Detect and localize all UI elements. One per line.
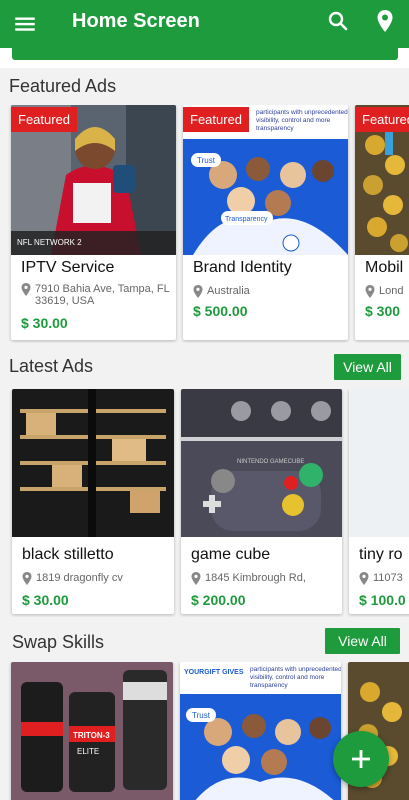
ad-price: $ 100.0	[359, 592, 406, 608]
featured-ad-card[interactable]: participants with unprecedented visibili…	[183, 105, 348, 340]
featured-ad-card[interactable]: Featured Mobil Lond $ 300	[355, 105, 409, 340]
ad-title: Brand Identity	[193, 259, 292, 276]
featured-ads-row[interactable]: NFL NETWORK 2 Featured IPTV Service 7910…	[0, 105, 409, 343]
swap-skill-card[interactable]: TRITON-3 ELITE	[11, 662, 173, 800]
ad-location: 11073	[359, 572, 403, 585]
menu-icon[interactable]	[12, 11, 38, 37]
latest-ads-row[interactable]: black stilletto 1819 dragonfly cv $ 30.0…	[0, 389, 409, 617]
ad-location-text: 11073	[373, 572, 403, 584]
svg-text:transparency: transparency	[250, 682, 288, 689]
featured-badge: Featured	[11, 107, 78, 132]
svg-text:Transparency: Transparency	[225, 216, 268, 223]
svg-text:Trust: Trust	[192, 711, 211, 720]
svg-text:visibility, control and more: visibility, control and more	[256, 117, 331, 124]
search-bar-container	[0, 48, 409, 68]
swap-skill-card[interactable]: YOURGIFT GIVES participants with unprece…	[180, 662, 341, 800]
page-title: Home Screen	[72, 10, 200, 32]
latest-ad-card[interactable]: NINTENDO GAMECUBE game cube 1845 Kimbrou…	[181, 389, 342, 614]
app-bar: Home Screen	[0, 0, 409, 48]
ad-location-text: Lond	[379, 285, 404, 297]
featured-ad-card[interactable]: NFL NETWORK 2 Featured IPTV Service 7910…	[11, 105, 176, 340]
svg-text:TRITON-3: TRITON-3	[73, 731, 110, 740]
location-pin-icon	[365, 285, 375, 298]
location-pin-icon	[21, 283, 31, 296]
add-ad-fab-button[interactable]	[333, 731, 389, 787]
ad-image: TRITON-3 ELITE	[11, 662, 173, 800]
ad-price: $ 300	[365, 303, 401, 319]
latest-ad-card[interactable]: tiny ro 11073 $ 100.0	[349, 389, 409, 614]
search-icon[interactable]	[326, 9, 350, 33]
ad-price: $ 500.00	[193, 303, 248, 319]
ad-price: $ 30.00	[22, 592, 69, 608]
svg-text:ELITE: ELITE	[77, 747, 99, 756]
location-pin-icon	[193, 285, 203, 298]
ad-image	[12, 389, 174, 537]
ad-location-text: 7910 Bahia Ave, Tampa, FL 33619, USA	[35, 283, 170, 307]
location-pin-icon	[22, 572, 32, 585]
featured-badge: Featured	[355, 107, 409, 132]
svg-text:NFL NETWORK 2: NFL NETWORK 2	[17, 238, 82, 247]
swap-skills-title: Swap Skills	[12, 632, 105, 652]
ad-image: NINTENDO GAMECUBE	[181, 389, 342, 537]
svg-text:YOURGIFT GIVES: YOURGIFT GIVES	[184, 669, 244, 676]
ad-location: 1819 dragonfly cv	[22, 572, 123, 585]
ad-location-text: 1819 dragonfly cv	[36, 572, 123, 584]
ad-location: 1845 Kimbrough Rd,	[191, 572, 306, 585]
location-pin-icon	[191, 572, 201, 585]
ad-title: Mobil	[365, 259, 404, 276]
latest-ads-title: Latest Ads	[9, 356, 94, 376]
ad-location-text: 1845 Kimbrough Rd,	[205, 572, 306, 584]
svg-text:participants with unprecedente: participants with unprecedented	[256, 109, 348, 116]
location-pin-icon	[359, 572, 369, 585]
ad-title: IPTV Service	[21, 259, 115, 276]
featured-ads-title: Featured Ads	[9, 76, 117, 96]
ad-title: tiny ro	[359, 546, 403, 563]
ad-price: $ 200.00	[191, 592, 246, 608]
svg-text:Trust: Trust	[197, 156, 216, 165]
ad-title: black stilletto	[22, 546, 114, 563]
ad-image: YOURGIFT GIVES participants with unprece…	[180, 662, 341, 800]
ad-location-text: Australia	[207, 285, 250, 297]
svg-text:transparency: transparency	[256, 125, 294, 132]
ad-location: 7910 Bahia Ave, Tampa, FL 33619, USA	[21, 283, 171, 307]
svg-text:visibility, control and more: visibility, control and more	[250, 674, 325, 681]
ad-price: $ 30.00	[21, 315, 68, 331]
ad-location: Lond	[365, 285, 403, 298]
swap-view-all-button[interactable]: View All	[325, 628, 400, 654]
plus-icon	[352, 750, 370, 768]
latest-ad-card[interactable]: black stilletto 1819 dragonfly cv $ 30.0…	[12, 389, 174, 614]
search-bar[interactable]	[12, 48, 398, 60]
ad-image	[349, 389, 409, 537]
svg-text:participants with unprecedente: participants with unprecedented	[250, 666, 341, 673]
svg-text:NINTENDO GAMECUBE: NINTENDO GAMECUBE	[237, 459, 304, 465]
location-pin-icon[interactable]	[373, 8, 397, 34]
featured-badge: Featured	[183, 107, 250, 132]
ad-location: Australia	[193, 285, 250, 298]
latest-view-all-button[interactable]: View All	[334, 354, 401, 380]
ad-title: game cube	[191, 546, 271, 563]
